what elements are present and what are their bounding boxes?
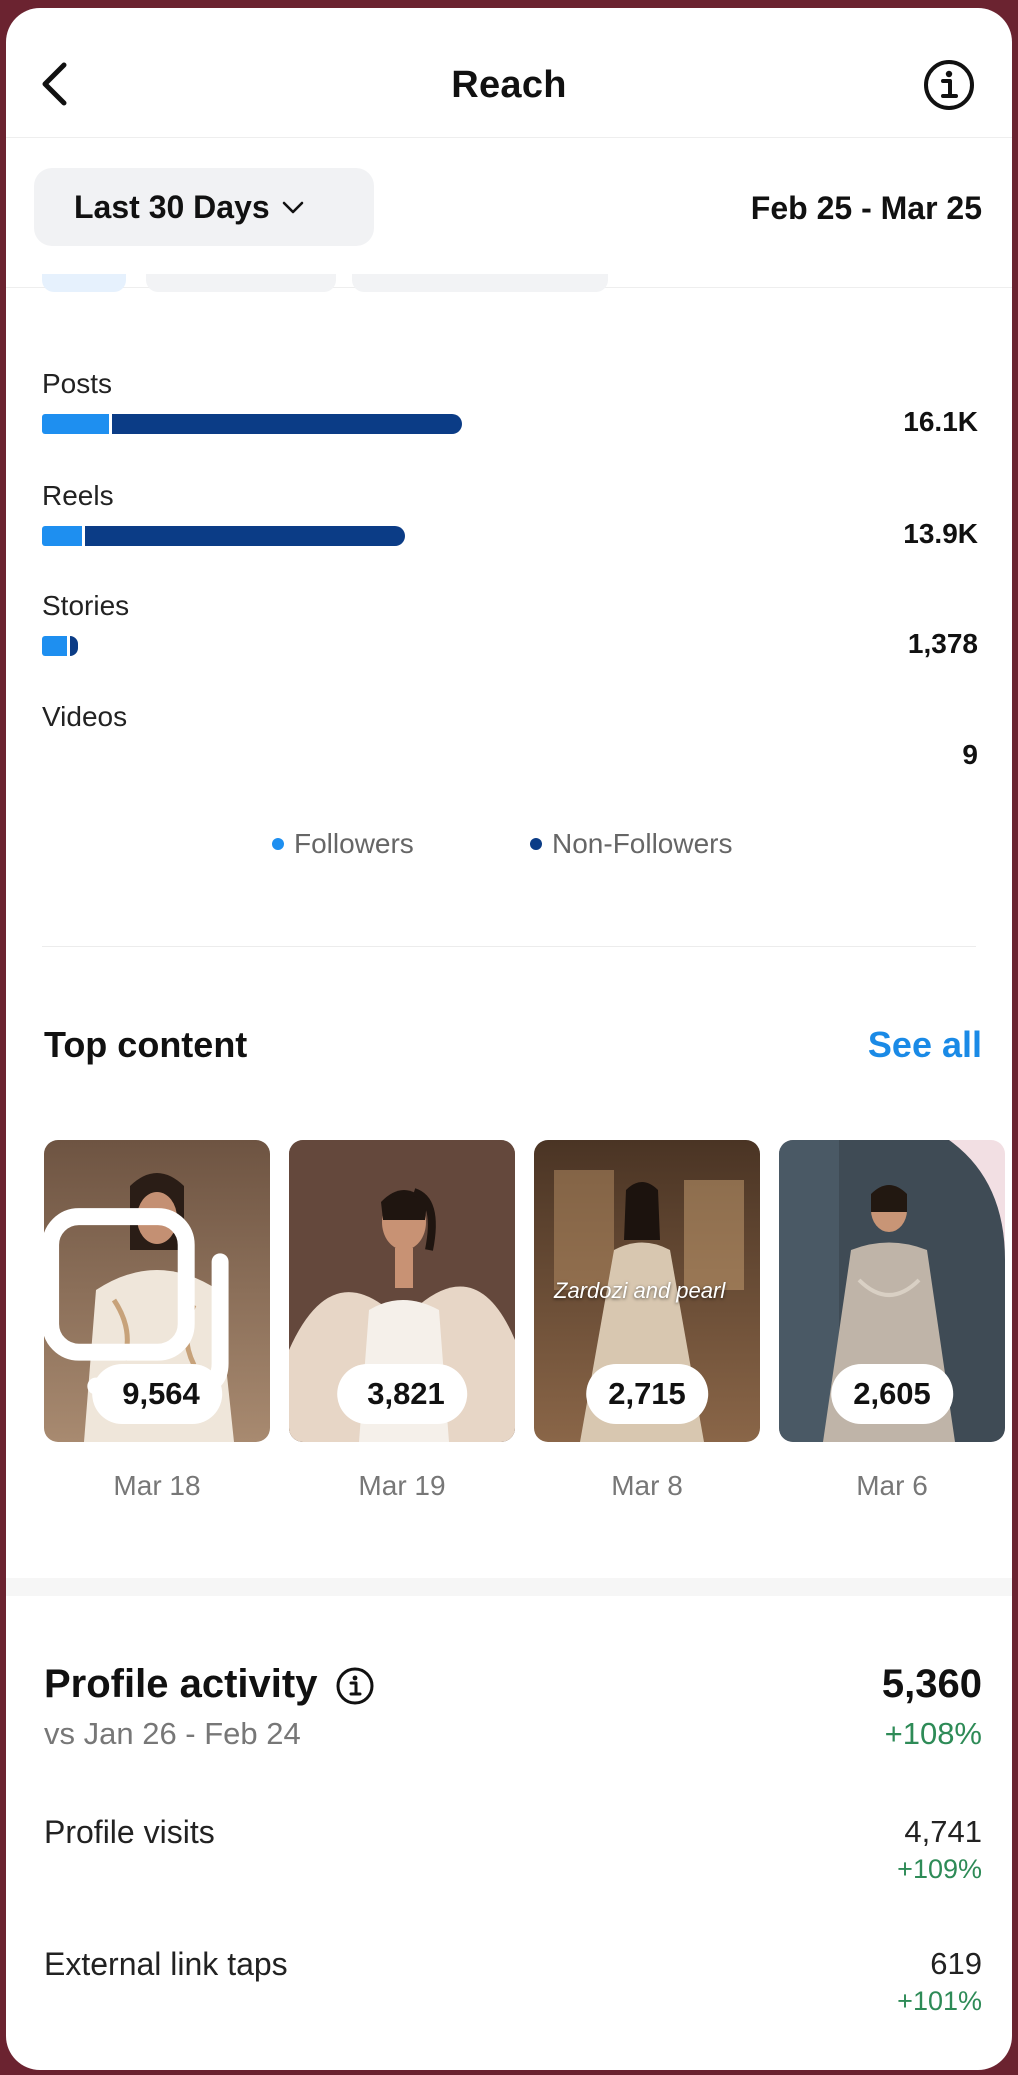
reach-badge: 2,715 — [586, 1364, 708, 1424]
metric-delta: +101% — [897, 1986, 982, 2016]
non-followers-dot-icon — [530, 838, 542, 850]
followers-segment — [42, 414, 109, 434]
breakdown-value: 13.9K — [903, 518, 978, 549]
non-followers-segment — [112, 414, 462, 434]
breakdown-row: Videos 9 — [42, 701, 992, 811]
post-date: Mar 19 — [358, 1470, 446, 1501]
top-content-item[interactable]: 2,605 — [779, 1140, 1005, 1442]
profile-activity-header: Profile activity — [44, 1662, 375, 1707]
post-date: Mar 6 — [856, 1470, 928, 1501]
metric-label: External link taps — [44, 1946, 288, 1982]
reach-badge: 2,605 — [831, 1364, 953, 1424]
reach-value: 2,715 — [608, 1376, 686, 1411]
non-followers-segment — [70, 636, 78, 656]
followers-segment — [42, 636, 67, 656]
phone-screen: Reach Last 30 Days Feb 25 - Mar 25 Posts — [6, 8, 1012, 2070]
divider — [42, 946, 976, 947]
section-separator — [6, 1578, 1012, 1596]
metric-value: 619 — [930, 1946, 982, 1981]
reach-value: 2,605 — [853, 1376, 931, 1411]
breakdown-bar — [42, 414, 462, 434]
date-range-label: Last 30 Days — [74, 188, 270, 225]
breakdown-row: Stories 1,378 — [42, 590, 992, 700]
breakdown-value: 1,378 — [907, 628, 978, 659]
breakdown-label: Posts — [42, 368, 113, 399]
followers-dot-icon — [272, 838, 284, 850]
header: Reach — [6, 8, 1012, 138]
profile-activity-total: 5,360 — [881, 1662, 982, 1706]
reach-badge: 3,821 — [337, 1364, 467, 1424]
info-icon[interactable] — [335, 1666, 375, 1706]
metric-label: Profile visits — [44, 1814, 215, 1850]
pill-peek — [352, 274, 608, 292]
reach-value: 9,564 — [122, 1376, 200, 1411]
date-range-dropdown[interactable]: Last 30 Days — [34, 168, 374, 246]
reach-value: 3,821 — [367, 1376, 445, 1411]
post-overlay-text: Zardozi and pearl — [554, 1278, 726, 1303]
filter-row: Last 30 Days Feb 25 - Mar 25 — [6, 138, 1012, 292]
legend-non-followers: Non-Followers — [530, 828, 733, 860]
top-content-carousel: 9,564 Mar 18 3,821 Mar 19 Zardozi and pe… — [44, 1140, 1012, 1520]
profile-activity-title: Profile activity — [44, 1662, 318, 1706]
legend-followers: Followers — [272, 828, 414, 860]
post-date: Mar 18 — [113, 1470, 201, 1501]
top-content-item[interactable]: Zardozi and pearl 2,715 — [534, 1140, 760, 1442]
date-range-text: Feb 25 - Mar 25 — [750, 190, 982, 226]
followers-segment — [42, 526, 82, 546]
pill-peek — [146, 274, 336, 292]
legend-label: Followers — [294, 828, 414, 859]
breakdown-value: 9 — [962, 739, 978, 770]
breakdown-bar — [42, 636, 78, 656]
post-date: Mar 8 — [611, 1470, 683, 1501]
info-button[interactable] — [922, 58, 976, 112]
breakdown-row: Posts 16.1K — [42, 368, 992, 478]
top-content-item[interactable]: 3,821 — [289, 1140, 515, 1442]
metric-value: 4,741 — [904, 1814, 982, 1849]
reach-badge: 9,564 — [92, 1364, 222, 1424]
breakdown-label: Videos — [42, 701, 128, 732]
chevron-down-icon — [282, 201, 303, 214]
metric-delta: +109% — [897, 1854, 982, 1884]
pill-peek — [42, 274, 126, 292]
see-all-link[interactable]: See all — [868, 1024, 982, 1066]
breakdown-bar — [42, 526, 405, 546]
comparison-period: vs Jan 26 - Feb 24 — [44, 1716, 301, 1751]
breakdown-label: Reels — [42, 480, 114, 511]
breakdown-legend: Followers Non-Followers — [6, 828, 1012, 868]
page-title: Reach — [451, 64, 567, 106]
breakdown-label: Stories — [42, 590, 130, 621]
breakdown-value: 16.1K — [903, 406, 978, 437]
top-content-item[interactable]: 9,564 — [44, 1140, 270, 1442]
breakdown-row: Reels 13.9K — [42, 480, 992, 590]
top-content-title: Top content — [44, 1024, 248, 1065]
legend-label: Non-Followers — [552, 828, 733, 859]
non-followers-segment — [85, 526, 405, 546]
info-icon — [924, 60, 974, 110]
profile-activity-delta: +108% — [884, 1716, 982, 1751]
